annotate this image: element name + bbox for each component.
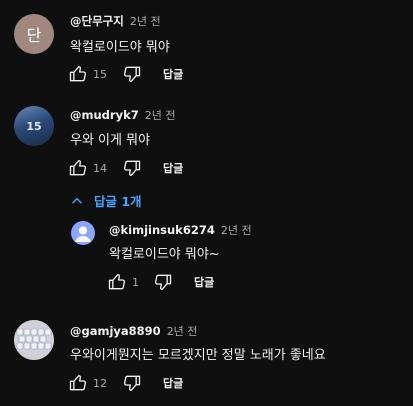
comment-time[interactable]: 2년 전 [145, 109, 176, 122]
comment-text: 왁컬로이드야 뭐야 [70, 40, 170, 55]
comment-header: @gamjya8890 2년 전 [70, 323, 197, 339]
comment-text: 우와 이게 뭐야 [70, 133, 151, 148]
comment-author[interactable]: @mudryk7 [70, 108, 139, 122]
thumbs-down-icon [123, 375, 141, 391]
replies-count-label: 답글 1개 [94, 194, 142, 209]
comment-header: @mudryk7 2년 전 [70, 107, 175, 123]
keyboard-icon [14, 320, 54, 360]
comment-author[interactable]: @단무구지 [70, 14, 124, 28]
comment-author[interactable]: @gamjya8890 [70, 324, 161, 338]
comment-header: @단무구지 2년 전 [70, 13, 161, 29]
like-button[interactable] [67, 157, 89, 179]
like-count: 14 [93, 161, 107, 175]
reply-button[interactable]: 답글 [163, 66, 183, 82]
dislike-button[interactable] [121, 372, 143, 394]
reply-button[interactable]: 답글 [194, 274, 214, 290]
dislike-button[interactable] [121, 63, 143, 85]
chevron-up-icon [72, 197, 82, 203]
thumbs-up-icon [69, 375, 87, 391]
like-button[interactable] [67, 63, 89, 85]
replies-toggle-button[interactable]: 답글 1개 [70, 191, 142, 210]
reply-actions: 1 답글 [106, 270, 214, 294]
like-count: 15 [93, 67, 107, 81]
reply-author[interactable]: @kimjinsuk6274 [109, 223, 215, 237]
reply-button[interactable]: 답글 [163, 375, 183, 391]
comment-actions: 12 답글 [67, 371, 183, 395]
thumbs-up-icon [69, 160, 87, 176]
comment-time[interactable]: 2년 전 [130, 15, 161, 28]
comment-actions: 15 답글 [67, 62, 183, 86]
dislike-button[interactable] [152, 271, 174, 293]
thumbs-down-icon [123, 66, 141, 82]
reply-avatar[interactable] [71, 221, 95, 245]
avatar[interactable]: 단 [14, 14, 54, 54]
dislike-button[interactable] [121, 157, 143, 179]
avatar[interactable] [14, 320, 54, 360]
person-icon [75, 226, 91, 242]
thumbs-up-icon [69, 66, 87, 82]
reply-header: @kimjinsuk6274 2년 전 [109, 222, 252, 238]
like-count: 12 [93, 376, 107, 390]
like-button[interactable] [106, 271, 128, 293]
comment-text: 우와이게뭔지는 모르겠지만 정말 노래가 좋네요 [70, 348, 326, 363]
avatar-jersey-number: 15 [26, 119, 42, 133]
like-count: 1 [132, 275, 139, 289]
thumbs-down-icon [123, 160, 141, 176]
avatar[interactable]: 15 [14, 106, 54, 146]
reply-button[interactable]: 답글 [163, 160, 183, 176]
reply-time[interactable]: 2년 전 [221, 224, 252, 237]
like-button[interactable] [67, 372, 89, 394]
comment-time[interactable]: 2년 전 [167, 325, 198, 338]
thumbs-up-icon [108, 274, 126, 290]
reply-text: 왁컬로이드야 뭐야~ [109, 247, 220, 262]
avatar-initial: 단 [26, 26, 42, 45]
comment-actions: 14 답글 [67, 156, 183, 180]
thumbs-down-icon [154, 274, 172, 290]
